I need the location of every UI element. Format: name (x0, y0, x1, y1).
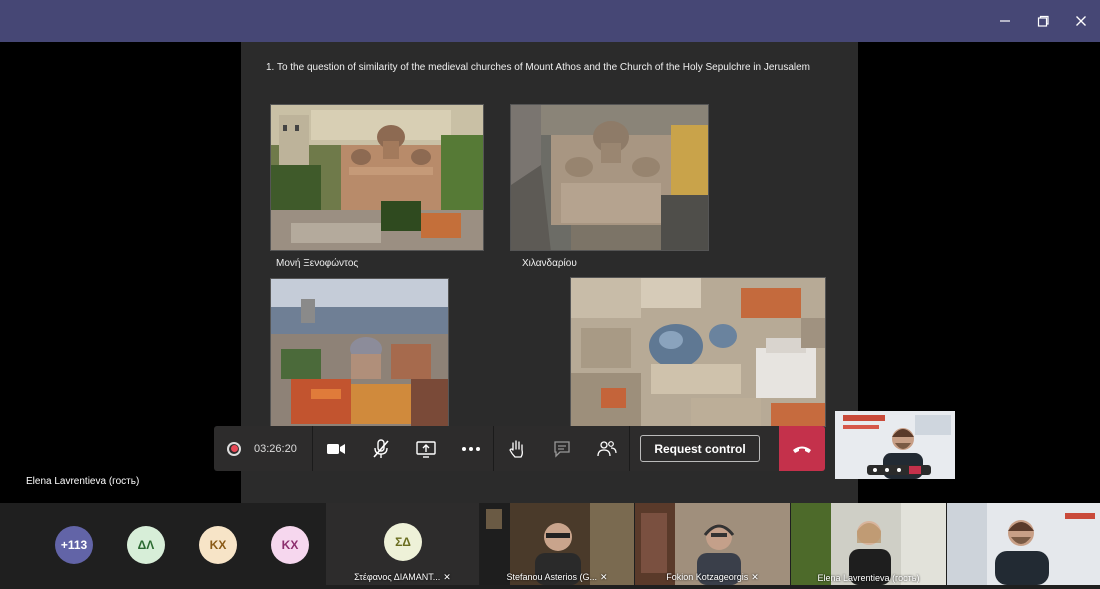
mic-off-icon: ✕ (751, 572, 759, 582)
title-bar (0, 0, 1100, 42)
chat-button[interactable] (539, 426, 584, 471)
participant-tile[interactable]: Stefanou Asterios (G... ✕ (480, 503, 634, 585)
participant-name: Elena Lavrentieva (гость) (817, 573, 920, 583)
slide-photo-holy-sepulchre (570, 277, 826, 427)
participant-avatar[interactable]: ΚΧ (199, 526, 237, 564)
slide-photo-chilandar (510, 104, 709, 251)
self-preview-video[interactable] (835, 411, 955, 479)
slide-photo-xenophontos (270, 104, 484, 251)
participant-name: Stefanou Asterios (G... ✕ (506, 572, 608, 582)
camera-icon (326, 443, 345, 454)
raise-hand-button[interactable] (494, 426, 539, 471)
participant-name: Fokion Kotzageorgis ✕ (666, 572, 759, 582)
share-screen-icon (415, 440, 436, 458)
participant-name: Στέφανος ΔΙΑΜΑΝΤ... ✕ (354, 572, 451, 582)
recording-indicator[interactable] (214, 426, 254, 471)
participant-tile[interactable] (947, 503, 1100, 585)
participant-gallery: +113 ΔΛ ΚΧ ΚΧ ΣΔ Στέφανος ΔΙΑΜΑΝΤ... ✕ St… (0, 503, 1100, 589)
chat-icon (553, 440, 570, 458)
participant-avatar[interactable]: ΚΧ (271, 526, 309, 564)
mic-off-icon: ✕ (443, 572, 451, 582)
hang-up-button[interactable] (779, 426, 825, 471)
share-screen-button[interactable] (403, 426, 448, 471)
more-icon (461, 446, 480, 451)
teams-meeting-window: 1. To the question of similarity of the … (0, 0, 1100, 589)
maximize-button[interactable] (1028, 6, 1058, 36)
participant-tile[interactable]: ΣΔ Στέφανος ΔΙΑΜΑΝΤ... ✕ (326, 503, 479, 585)
photo-caption: Χιλανδαρίου (522, 258, 577, 269)
mic-button[interactable] (358, 426, 403, 471)
photo-caption: Μονή Ξενοφώντος (276, 258, 359, 269)
raise-hand-icon (508, 439, 523, 458)
more-options-button[interactable] (448, 426, 493, 471)
participant-avatar: ΣΔ (384, 523, 422, 561)
request-control-button[interactable]: Request control (640, 435, 760, 462)
camera-button[interactable] (313, 426, 358, 471)
minimize-icon (1000, 20, 1010, 22)
participant-tile[interactable]: Fokion Kotzageorgis ✕ (635, 503, 790, 585)
minimize-button[interactable] (990, 6, 1020, 36)
call-controls-bar: 03:26:20 Request control (214, 426, 825, 471)
participants-icon (596, 440, 617, 456)
mic-off-icon (372, 438, 389, 458)
participants-button[interactable] (584, 426, 629, 471)
call-timer: 03:26:20 (254, 442, 297, 455)
close-button[interactable] (1066, 6, 1096, 36)
participant-tile[interactable]: Elena Lavrentieva (гость) (791, 503, 946, 585)
presenter-name: Elena Lavrentieva (гость) (26, 476, 140, 487)
record-icon (227, 441, 241, 456)
hang-up-icon (793, 446, 811, 453)
maximize-icon (1037, 15, 1049, 27)
slide-photo-athos-aerial (270, 278, 449, 427)
slide-title: 1. To the question of similarity of the … (266, 62, 810, 73)
mic-off-icon: ✕ (600, 572, 608, 582)
meeting-stage: 1. To the question of similarity of the … (0, 42, 1100, 503)
overflow-participants-count[interactable]: +113 (55, 526, 93, 564)
participant-avatar[interactable]: ΔΛ (127, 526, 165, 564)
divider (629, 426, 630, 471)
close-icon (1076, 16, 1086, 26)
